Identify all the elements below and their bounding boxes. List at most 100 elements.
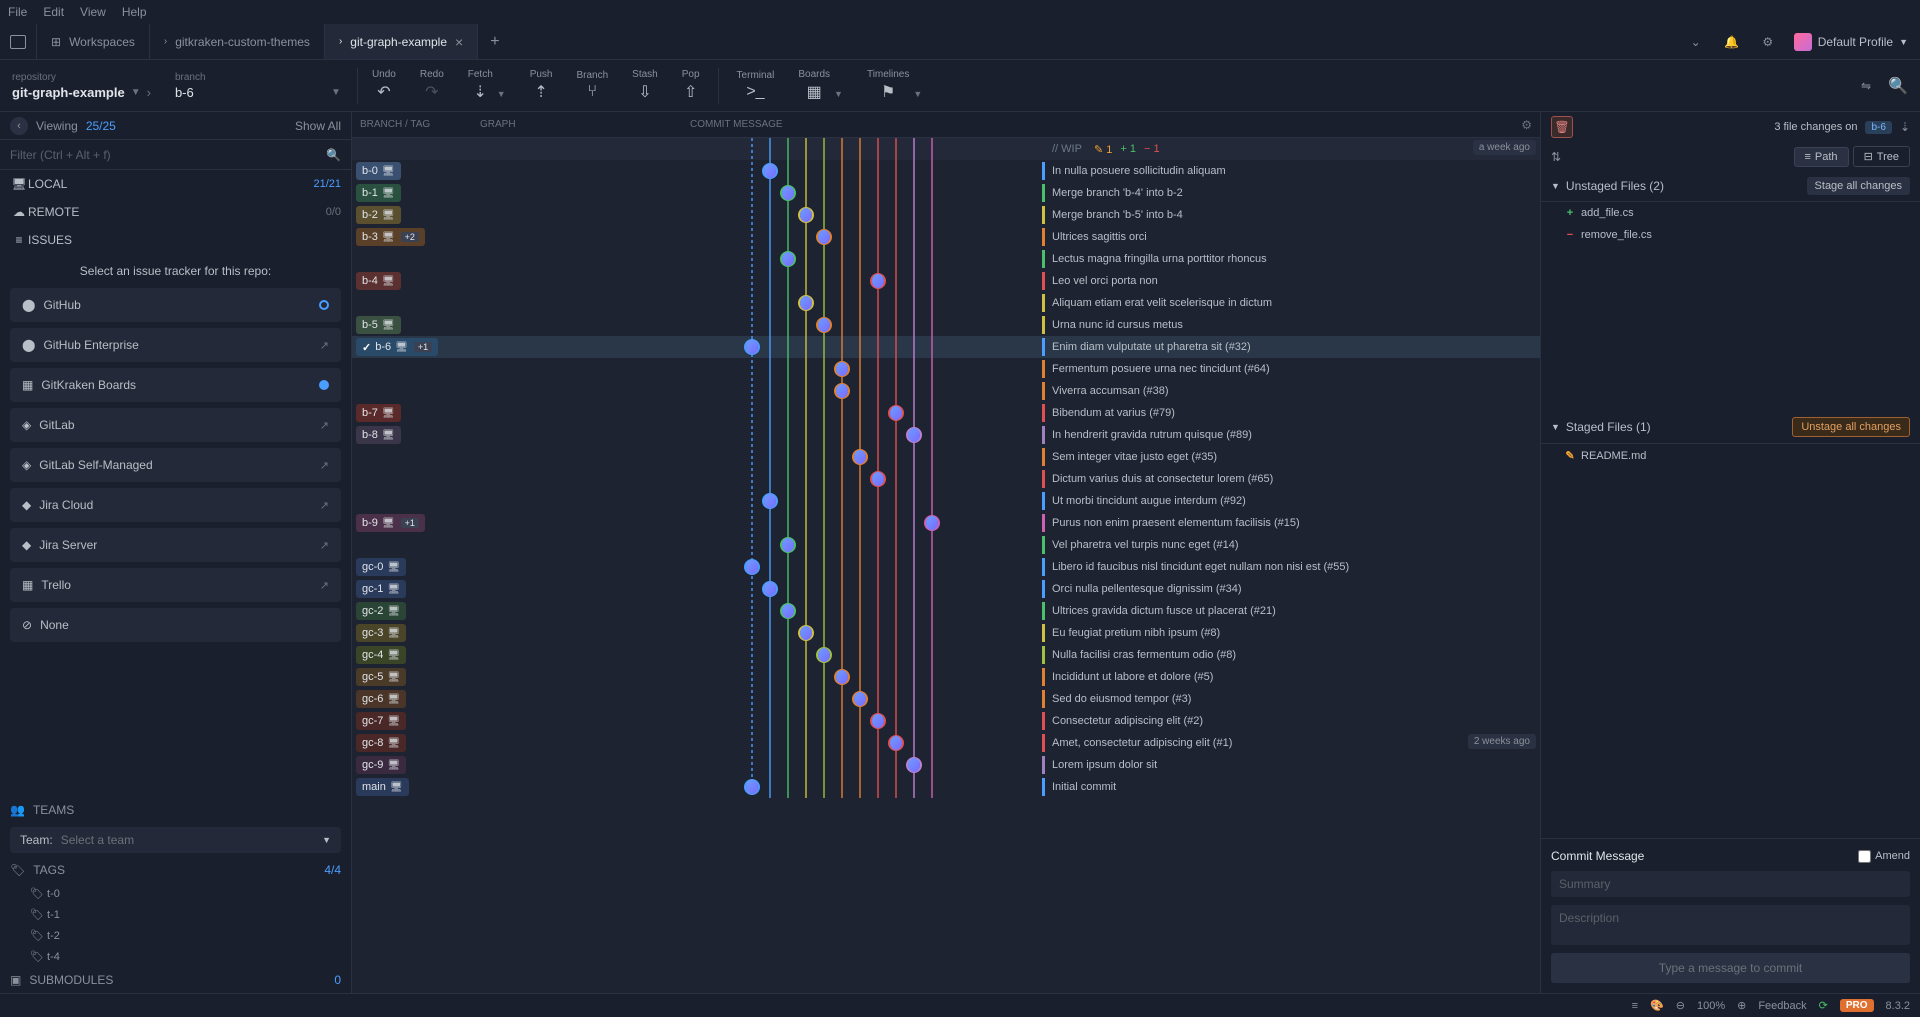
branch-button[interactable]: Branch⑂ — [566, 66, 618, 105]
gear-icon[interactable]: ⚙ — [1521, 118, 1532, 132]
commit-row[interactable]: b-2🖥Merge branch 'b-5' into b-4 — [352, 204, 1540, 226]
branch-tag[interactable]: gc-4🖥 — [356, 646, 406, 664]
tracker-github-enterprise[interactable]: ⬤GitHub Enterprise↗ — [10, 328, 341, 362]
commit-row[interactable]: b-5🖥Urna nunc id cursus metus — [352, 314, 1540, 336]
sidebar-submodules[interactable]: ▣SUBMODULES0 — [0, 967, 351, 993]
summary-input[interactable] — [1551, 871, 1910, 897]
stage-all-button[interactable]: Stage all changes — [1807, 177, 1910, 195]
pop-button[interactable]: Pop⇧ — [672, 65, 710, 106]
commit-node[interactable] — [744, 779, 760, 795]
path-view-button[interactable]: ≡Path — [1794, 147, 1849, 167]
bell-icon[interactable]: 🔔 — [1722, 32, 1742, 52]
branch-tag[interactable]: gc-0🖥 — [356, 558, 406, 576]
tab-themes[interactable]: ›gitkraken-custom-themes — [150, 24, 325, 59]
description-input[interactable] — [1551, 905, 1910, 945]
filter-input[interactable] — [10, 148, 326, 162]
commit-row[interactable]: Vel pharetra vel turpis nunc eget (#14) — [352, 534, 1540, 556]
commit-node[interactable] — [762, 581, 778, 597]
tracker-github[interactable]: ⬤GitHub — [10, 288, 341, 322]
commit-node[interactable] — [870, 273, 886, 289]
fetch-button[interactable]: Fetch⇣▼ — [458, 65, 516, 106]
commit-row[interactable]: main🖥Initial commit — [352, 776, 1540, 798]
commit-row[interactable]: Fermentum posuere urna nec tincidunt (#6… — [352, 358, 1540, 380]
branch-tag[interactable]: gc-6🖥 — [356, 690, 406, 708]
sidebar-issues[interactable]: ≡ISSUES — [0, 226, 351, 254]
commit-row[interactable]: b-7🖥Bibendum at varius (#79) — [352, 402, 1540, 424]
branch-selector[interactable]: branch b-6▼ — [163, 68, 353, 104]
commit-node[interactable] — [834, 669, 850, 685]
commit-row[interactable]: Aliquam etiam erat velit scelerisque in … — [352, 292, 1540, 314]
commit-row[interactable]: b-0🖥In nulla posuere sollicitudin aliqua… — [352, 160, 1540, 182]
branch-tag[interactable]: gc-1🖥 — [356, 580, 406, 598]
menu-file[interactable]: File — [8, 5, 27, 19]
commit-node[interactable] — [906, 427, 922, 443]
tag-t-0[interactable]: 🏷 t-0 — [0, 883, 351, 904]
close-icon[interactable]: × — [455, 34, 463, 50]
commit-node[interactable] — [780, 251, 796, 267]
menu-edit[interactable]: Edit — [43, 5, 64, 19]
file-item[interactable]: −remove_file.cs — [1541, 224, 1920, 246]
commit-row[interactable]: Dictum varius duis at consectetur lorem … — [352, 468, 1540, 490]
commit-node[interactable] — [762, 493, 778, 509]
unstaged-section[interactable]: ▼Unstaged Files (2)Stage all changes — [1541, 171, 1920, 202]
branch-tag[interactable]: gc-9🖥 — [356, 756, 406, 774]
tracker-gitkraken-boards[interactable]: ▦GitKraken Boards — [10, 368, 341, 402]
commit-row[interactable]: gc-2🖥Ultrices gravida dictum fusce ut pl… — [352, 600, 1540, 622]
commit-node[interactable] — [834, 361, 850, 377]
staged-section[interactable]: ▼Staged Files (1)Unstage all changes — [1541, 411, 1920, 444]
commit-row[interactable]: gc-0🖥Libero id faucibus nisl tincidunt e… — [352, 556, 1540, 578]
search-icon[interactable]: 🔍 — [1888, 76, 1908, 96]
commit-node[interactable] — [852, 449, 868, 465]
branch-tag[interactable]: b-8🖥 — [356, 426, 401, 444]
commit-node[interactable] — [870, 471, 886, 487]
commit-row[interactable]: gc-4🖥Nulla facilisi cras fermentum odio … — [352, 644, 1540, 666]
repo-selector[interactable]: repository git-graph-example▼› — [0, 68, 163, 104]
commit-row[interactable]: b-8🖥In hendrerit gravida rutrum quisque … — [352, 424, 1540, 446]
commit-node[interactable] — [906, 757, 922, 773]
download-icon[interactable]: ⇣ — [1900, 120, 1910, 134]
search-icon[interactable]: 🔍 — [326, 148, 341, 162]
branch-tag[interactable]: gc-5🖥 — [356, 668, 406, 686]
sync-icon[interactable]: ⟳ — [1819, 999, 1828, 1012]
tracker-trello[interactable]: ▦Trello↗ — [10, 568, 341, 602]
tab-workspaces[interactable]: ⊞Workspaces — [37, 24, 150, 59]
commit-button[interactable]: Type a message to commit — [1551, 953, 1910, 983]
file-item[interactable]: +add_file.cs — [1541, 202, 1920, 224]
boards-button[interactable]: Boards▦▼ — [788, 65, 853, 106]
push-button[interactable]: Push⇡ — [520, 65, 563, 106]
tracker-none[interactable]: ⊘None — [10, 608, 341, 642]
commit-node[interactable] — [870, 713, 886, 729]
sidebar-remote[interactable]: ☁REMOTE0/0 — [0, 198, 351, 226]
amend-checkbox[interactable]: Amend — [1858, 850, 1910, 863]
branch-tag[interactable]: b-4🖥 — [356, 272, 401, 290]
commit-node[interactable] — [924, 515, 940, 531]
undo-button[interactable]: Undo↶ — [362, 65, 406, 106]
tag-t-2[interactable]: 🏷 t-2 — [0, 925, 351, 946]
branch-tag[interactable]: ✓b-6🖥+1 — [356, 338, 438, 356]
commit-row[interactable]: Lectus magna fringilla urna porttitor rh… — [352, 248, 1540, 270]
tab-example[interactable]: ›git-graph-example× — [325, 24, 478, 59]
commit-row[interactable]: Sem integer vitae justo eget (#35) — [352, 446, 1540, 468]
tracker-jira-server[interactable]: ◆Jira Server↗ — [10, 528, 341, 562]
zoom-out-icon[interactable]: ⊖ — [1676, 999, 1685, 1012]
sidebar-teams[interactable]: 👥TEAMS — [0, 797, 351, 823]
tracker-jira-cloud[interactable]: ◆Jira Cloud↗ — [10, 488, 341, 522]
commit-node[interactable] — [744, 339, 760, 355]
commit-row[interactable]: gc-9🖥Lorem ipsum dolor sit — [352, 754, 1540, 776]
tag-t-1[interactable]: 🏷 t-1 — [0, 904, 351, 925]
commit-node[interactable] — [798, 625, 814, 641]
menu-view[interactable]: View — [80, 5, 106, 19]
commit-row[interactable]: gc-7🖥Consectetur adipiscing elit (#2) — [352, 710, 1540, 732]
branch-tag[interactable]: b-2🖥 — [356, 206, 401, 224]
redo-button[interactable]: Redo↷ — [410, 65, 454, 106]
menu-help[interactable]: Help — [122, 5, 147, 19]
commit-node[interactable] — [888, 735, 904, 751]
commit-node[interactable] — [798, 295, 814, 311]
commit-node[interactable] — [834, 383, 850, 399]
tab-add[interactable]: + — [478, 33, 511, 51]
branch-tag[interactable]: gc-7🖥 — [356, 712, 406, 730]
sort-icon[interactable]: ⇅ — [1551, 150, 1561, 164]
tree-view-button[interactable]: ⊟Tree — [1853, 146, 1910, 167]
commit-node[interactable] — [744, 559, 760, 575]
commit-row[interactable]: gc-3🖥Eu feugiat pretium nibh ipsum (#8) — [352, 622, 1540, 644]
